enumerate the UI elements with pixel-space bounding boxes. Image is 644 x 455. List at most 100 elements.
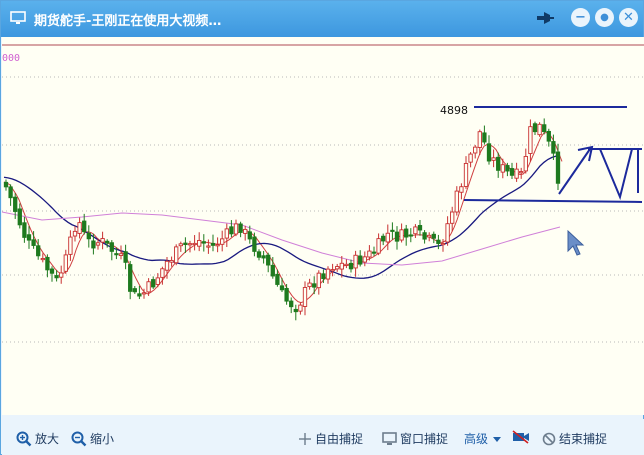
candle-body (459, 186, 464, 193)
candle-body (270, 264, 275, 277)
candle-body (381, 235, 386, 242)
candle-body (427, 234, 432, 238)
candle-body (454, 190, 459, 213)
candle-body (523, 155, 528, 172)
candle-body (72, 230, 78, 237)
mouse-cursor-icon (567, 229, 585, 256)
candle-body (477, 131, 482, 148)
capture-toolbar: 放大 缩小 自由捕捉 窗口捕捉 高级 结束捕捉 (2, 419, 644, 455)
candle-body (118, 253, 124, 256)
candle-body (164, 260, 170, 271)
candle-body (114, 253, 119, 256)
candle-body (141, 292, 147, 295)
moving-average-lines (2, 131, 563, 304)
candle-body (238, 223, 243, 233)
captured-chart-area[interactable]: 000 4898 (2, 37, 644, 415)
candle-body (54, 275, 59, 279)
monitor-icon (10, 11, 26, 24)
candle-body (137, 293, 142, 297)
candle-body (95, 242, 101, 246)
free-capture-button[interactable]: 自由捕捉 (298, 430, 363, 447)
candle-body (224, 228, 229, 239)
candle-body (279, 285, 285, 291)
candle-body (532, 123, 538, 133)
zoom-out-button[interactable]: 缩小 (71, 430, 114, 447)
candle-body (473, 146, 478, 154)
advanced-label: 高级 (464, 432, 489, 446)
candle-body (371, 251, 377, 254)
candle-body (31, 239, 36, 246)
chevron-down-icon (493, 436, 502, 442)
candle-body (91, 240, 96, 249)
candle-body (22, 222, 27, 238)
candle-body (210, 242, 216, 246)
candle-body (463, 162, 469, 187)
candle-body (17, 208, 22, 226)
candle-body (408, 234, 413, 237)
candle-body (192, 242, 197, 246)
candle-body (252, 236, 257, 252)
restore-button[interactable]: ● (595, 8, 614, 27)
candle-body (229, 226, 234, 235)
candle-body (555, 151, 561, 184)
candle-body (505, 165, 510, 172)
candle-body (537, 123, 542, 136)
title-bar[interactable]: 期货舵手-王刚正在使用大视频… − ● ✕ (1, 1, 643, 37)
candle-body (109, 242, 114, 252)
capture-window: 期货舵手-王刚正在使用大视频… − ● ✕ 000 4898 放大 缩小 自由捕… (0, 0, 644, 455)
close-button[interactable]: ✕ (619, 8, 638, 27)
zoom-in-button[interactable]: 放大 (16, 430, 59, 447)
candle-body (146, 281, 151, 293)
candle-body (266, 254, 271, 266)
candle-body (233, 223, 239, 235)
video-camera-button[interactable] (512, 430, 533, 444)
candle-body (151, 279, 156, 288)
zoom-out-label: 缩小 (90, 432, 115, 446)
candle-body (316, 272, 321, 289)
candle-body (450, 211, 455, 224)
candle-body (436, 239, 441, 244)
candle-body (201, 241, 206, 244)
candle-body (413, 226, 418, 235)
candle-body (197, 239, 202, 247)
candle-body (496, 156, 501, 171)
candle-body (551, 141, 556, 154)
candle-body (289, 300, 294, 308)
candle-body (178, 243, 183, 247)
video-camera-icon (512, 430, 529, 444)
advanced-dropdown[interactable]: 高级 (464, 430, 505, 447)
candle-body (358, 255, 363, 265)
candle-body (77, 222, 82, 234)
chart-gridlines (2, 76, 644, 343)
candle-body (49, 268, 55, 274)
candle-body (325, 268, 331, 280)
pin-icon[interactable] (535, 9, 555, 27)
minimize-button[interactable]: − (571, 8, 590, 27)
candle-body (86, 232, 91, 240)
end-capture-label: 结束捕捉 (559, 432, 608, 446)
window-capture-button[interactable]: 窗口捕捉 (382, 430, 448, 447)
candle-body (486, 143, 492, 162)
candle-body (155, 277, 160, 285)
candle-body (339, 262, 344, 270)
candle-body (59, 272, 64, 278)
candle-body (68, 236, 73, 255)
candle-body (514, 168, 519, 179)
candle-body (546, 130, 551, 142)
candle-body (302, 287, 308, 307)
candle-body (26, 234, 32, 241)
end-capture-button[interactable]: 结束捕捉 (542, 430, 607, 447)
candle-body (422, 232, 427, 240)
candlestick-chart (2, 76, 644, 343)
candle-body (206, 245, 211, 248)
zoom-in-label: 放大 (35, 432, 60, 446)
candle-body (105, 240, 110, 244)
zoom-out-icon (71, 431, 87, 446)
candle-body (284, 288, 289, 302)
support-line (463, 199, 643, 203)
candle-body (362, 256, 367, 263)
candle-body (293, 308, 298, 313)
candle-body (404, 228, 409, 238)
candle-body (417, 225, 423, 231)
candle-body (335, 266, 340, 270)
